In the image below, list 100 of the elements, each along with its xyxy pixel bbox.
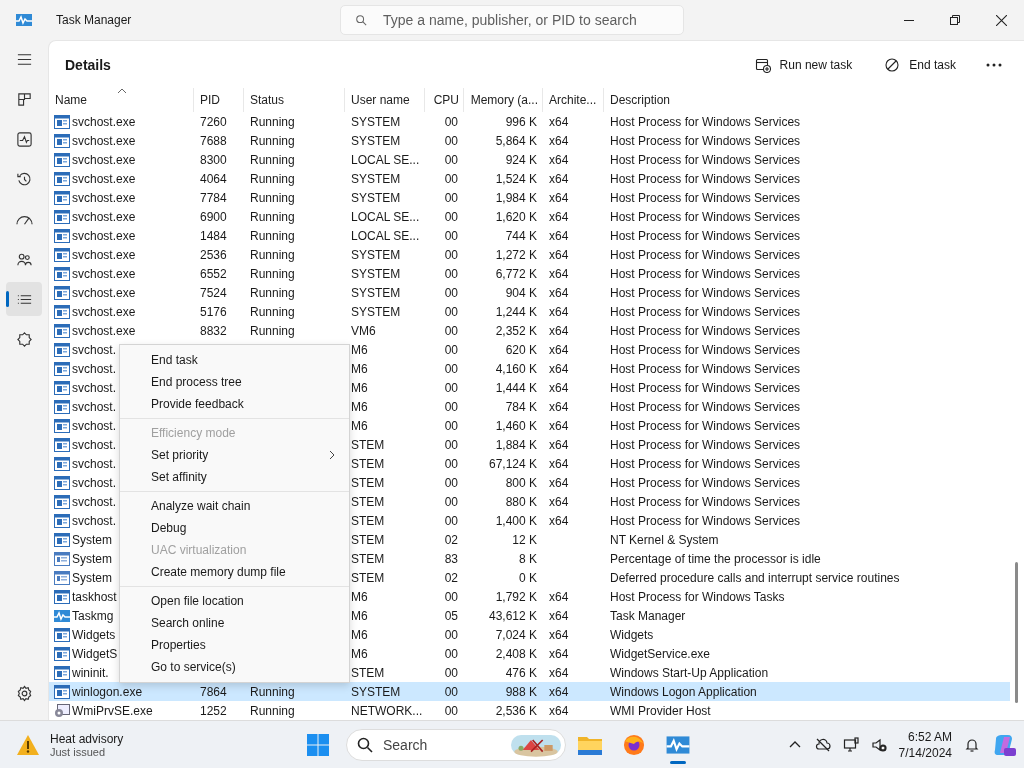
table-cell: Running	[250, 114, 295, 129]
menu-item[interactable]: Create memory dump file	[120, 561, 349, 583]
processes-icon	[15, 90, 33, 108]
cloud-off-icon[interactable]	[814, 736, 831, 753]
table-cell-text: Host Process for Windows Services	[610, 361, 802, 376]
table-cell: svchost.exe	[72, 323, 136, 338]
table-cell: Running	[250, 323, 295, 338]
table-cell: 1,524 K	[495, 171, 537, 186]
windows-start-icon[interactable]	[306, 732, 330, 757]
menu-item[interactable]: Set priority	[120, 444, 349, 466]
table-cell: svchost.exe	[72, 133, 136, 148]
table-cell: 05	[444, 608, 458, 623]
taskbar-search[interactable]: Search	[346, 728, 566, 761]
app-window-icon	[54, 589, 70, 604]
table-cell-text: Percentage of time the processor is idle	[610, 551, 822, 566]
column-header[interactable]: Status	[244, 88, 345, 112]
table-cell: 00	[444, 627, 458, 642]
menu-item[interactable]: Set affinity	[120, 466, 349, 488]
table-cell: x64	[549, 209, 569, 224]
table-cell: svchost.exe	[72, 190, 136, 205]
table-cell: LOCAL SE...	[351, 209, 420, 224]
table-cell-text: Deferred procedure calls and interrupt service routines	[610, 570, 901, 585]
table-cell: 4064	[200, 171, 227, 186]
table-cell: 00	[444, 133, 458, 148]
table-cell-text: Windows Logon Application	[610, 684, 758, 699]
table-cell: 00	[444, 171, 458, 186]
clock[interactable]: 6:52 AM 7/14/2024	[898, 728, 952, 761]
table-cell: M6	[351, 646, 368, 661]
close-icon	[995, 14, 1007, 26]
menu-item[interactable]: Open file location	[120, 590, 349, 612]
table-cell-text: Host Process for Windows Services	[610, 342, 802, 357]
table-cell: SYSTEM	[351, 133, 401, 148]
table-cell: SYSTEM	[351, 114, 401, 129]
table-cell-text: Host Process for Windows Services	[610, 114, 802, 129]
speaker-muted-icon[interactable]	[870, 736, 887, 753]
table-cell: SYSTEM	[351, 171, 401, 186]
column-header[interactable]: Memory (a...	[464, 88, 543, 112]
bell-icon[interactable]	[964, 736, 980, 753]
table-cell: STEM	[351, 437, 385, 452]
menu-item[interactable]: Debug	[120, 517, 349, 539]
table-cell: NETWORK...	[351, 703, 423, 718]
chevron-right-icon	[329, 450, 335, 460]
table-cell: SYSTEM	[351, 304, 401, 319]
table-cell: Running	[250, 133, 295, 148]
column-header[interactable]: Name	[49, 88, 194, 112]
app-window-icon	[54, 133, 70, 148]
menu-item[interactable]: Go to service(s)	[120, 656, 349, 678]
table-cell: 1,244 K	[495, 304, 537, 319]
column-header[interactable]: CPU	[425, 88, 464, 112]
table-cell: 1,792 K	[495, 589, 537, 604]
table-cell: SYSTEM	[351, 190, 401, 205]
table-cell: 00	[444, 380, 458, 395]
table-cell: Running	[250, 152, 295, 167]
table-cell: 988 K	[505, 684, 537, 699]
table-cell: SYSTEM	[351, 266, 401, 281]
table-cell: 00	[444, 475, 458, 490]
table-cell: 83	[444, 551, 458, 566]
performance-icon	[15, 130, 33, 148]
column-header[interactable]: Description	[604, 88, 1010, 112]
app-window-icon	[54, 684, 70, 699]
menu-item[interactable]: Analyze wait chain	[120, 495, 349, 517]
menu-item[interactable]: Properties	[120, 634, 349, 656]
menu-item[interactable]: End task	[120, 349, 349, 371]
new-task-icon	[754, 56, 771, 73]
table-cell: x64	[549, 228, 569, 243]
table-cell: x64	[549, 323, 569, 338]
table-cell-text: Widgets	[610, 627, 655, 642]
table-cell: 1252	[200, 703, 227, 718]
table-cell: 00	[444, 399, 458, 414]
search-field[interactable]: Type a name, publisher, or PID to search	[340, 5, 684, 35]
nav-button[interactable]	[6, 282, 42, 316]
app-window-icon	[54, 152, 70, 167]
assistant-icon[interactable]	[992, 732, 1016, 757]
run-new-task-button[interactable]: Run new task	[744, 48, 863, 81]
scrollbar[interactable]	[1015, 562, 1018, 703]
menu-item[interactable]: End process tree	[120, 371, 349, 393]
app-window-icon	[54, 475, 70, 490]
table-cell: SYSTEM	[351, 247, 401, 262]
monitor-icon[interactable]	[842, 736, 859, 753]
column-header[interactable]: User name	[345, 88, 425, 112]
menu-item[interactable]: Provide feedback	[120, 393, 349, 415]
table-cell: x64	[549, 627, 569, 642]
table-cell: 1,400 K	[495, 513, 537, 528]
table-cell: 7,024 K	[495, 627, 537, 642]
column-header[interactable]: PID	[194, 88, 244, 112]
table-cell: winlogon.exe	[72, 684, 143, 699]
table-cell: Running	[250, 684, 295, 699]
app-window-icon	[54, 646, 70, 661]
table-cell: x64	[549, 684, 569, 699]
table-cell: Running	[250, 209, 295, 224]
table-cell: 00	[444, 114, 458, 129]
table-cell: svchost.exe	[72, 228, 136, 243]
column-header[interactable]: Archite...	[543, 88, 604, 112]
table-cell-text: NT Kernel & System	[610, 532, 720, 547]
table-cell: STEM	[351, 532, 385, 547]
table-cell-text: Host Process for Windows Services	[610, 285, 802, 300]
table-cell: svchost.exe	[72, 304, 136, 319]
end-task-button[interactable]: End task	[874, 48, 966, 81]
menu-item[interactable]: Search online	[120, 612, 349, 634]
services-icon	[15, 330, 33, 348]
